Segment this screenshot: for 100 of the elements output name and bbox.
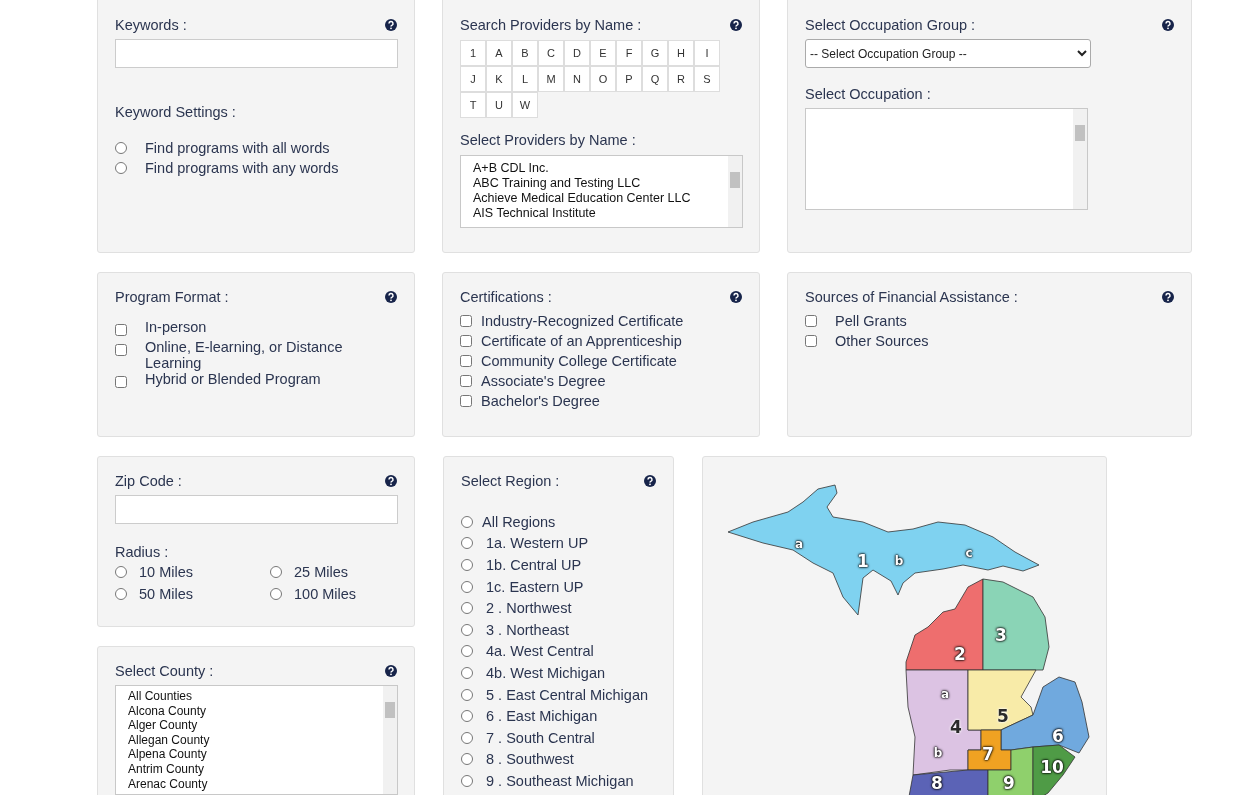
letter-button[interactable]: 1 xyxy=(460,40,486,66)
radio-button[interactable] xyxy=(461,515,473,528)
letter-button[interactable]: W xyxy=(512,92,538,118)
radio-button[interactable] xyxy=(461,688,473,701)
map-region[interactable] xyxy=(1000,676,1090,754)
help-icon[interactable] xyxy=(385,665,397,677)
letter-button[interactable]: N xyxy=(564,66,590,92)
list-item[interactable]: Alcona County xyxy=(128,703,385,719)
list-box[interactable]: All Counties Alcona County Alger County Allegan County Alpena County Antrim County Arenac County xyxy=(115,685,398,795)
radio-button[interactable] xyxy=(115,588,127,600)
region-number: 1 xyxy=(857,552,869,570)
letter-button[interactable]: H xyxy=(668,40,694,66)
checkbox[interactable] xyxy=(115,324,127,336)
checkbox[interactable] xyxy=(805,315,817,327)
list-item[interactable]: Antrim County xyxy=(128,761,385,777)
list-item[interactable]: AIS Technical Institute xyxy=(473,206,730,221)
radio-button[interactable] xyxy=(270,588,282,600)
checkbox[interactable] xyxy=(460,315,472,327)
checkbox[interactable] xyxy=(805,335,817,347)
letter-button[interactable]: D xyxy=(564,40,590,66)
list-item[interactable]: Alpena County xyxy=(128,747,385,762)
occupation-group-select[interactable]: -- Select Occupation Group -- xyxy=(805,39,1091,68)
letter-button[interactable]: T xyxy=(460,92,486,118)
radio-button[interactable] xyxy=(461,731,473,744)
option-label: 2 . Northwest xyxy=(485,600,572,617)
letter-button[interactable]: R xyxy=(668,66,694,92)
field-label: Search Providers by Name : xyxy=(460,17,642,33)
letter-button[interactable]: G xyxy=(642,40,668,66)
help-icon[interactable] xyxy=(385,291,397,303)
field-label: Certifications : xyxy=(460,289,552,305)
letter-button[interactable]: P xyxy=(616,66,642,92)
checkbox[interactable] xyxy=(460,355,472,367)
letter-button[interactable]: O xyxy=(590,66,616,92)
keywords-field[interactable] xyxy=(115,39,398,68)
help-icon[interactable] xyxy=(730,19,742,31)
option-label: Associate's Degree xyxy=(481,373,606,389)
help-icon[interactable] xyxy=(385,475,397,487)
option-label: Other Sources xyxy=(835,333,929,349)
help-icon[interactable] xyxy=(644,475,656,487)
list-box[interactable]: A+B CDL Inc. ABC Training and Testing LLC Achieve Medical Education Center LLC AIS Technical Institute xyxy=(460,155,743,228)
checkbox[interactable] xyxy=(460,375,472,387)
list-item[interactable]: Alger County xyxy=(128,718,385,733)
map-region[interactable] xyxy=(967,669,1037,731)
list-item[interactable]: Allegan County xyxy=(128,732,385,748)
map-region[interactable] xyxy=(907,769,989,795)
radio-button[interactable] xyxy=(461,623,473,636)
checkbox[interactable] xyxy=(115,344,127,356)
list-item[interactable]: Arenac County xyxy=(128,776,385,792)
radio-button[interactable] xyxy=(461,580,473,593)
region-number: 10 xyxy=(1040,758,1064,776)
checkbox[interactable] xyxy=(460,395,472,407)
map-region[interactable] xyxy=(967,729,1012,771)
letter-button[interactable]: Q xyxy=(642,66,668,92)
zip-code-field[interactable] xyxy=(115,495,398,524)
letter-button[interactable]: U xyxy=(486,92,512,118)
list-item[interactable]: Achieve Medical Education Center LLC xyxy=(473,191,730,206)
scrollbar[interactable] xyxy=(728,156,742,227)
list-item[interactable]: ABC Training and Testing LLC xyxy=(473,176,730,191)
radio-button[interactable] xyxy=(461,666,473,679)
option-label: 4a. West Central xyxy=(485,643,594,660)
list-item[interactable]: A+B CDL Inc. xyxy=(473,161,730,176)
letter-button[interactable]: K xyxy=(486,66,512,92)
option-label: 10 Miles xyxy=(139,564,193,580)
option-label: Certificate of an Apprenticeship xyxy=(481,333,682,349)
radio-button[interactable] xyxy=(461,645,473,658)
radio-button[interactable] xyxy=(461,710,473,723)
letter-button[interactable]: J xyxy=(460,66,486,92)
radio-button[interactable] xyxy=(461,753,473,766)
radio-button[interactable] xyxy=(115,142,127,154)
letter-button[interactable]: M xyxy=(538,66,564,92)
letter-button[interactable]: B xyxy=(512,40,538,66)
radio-button[interactable] xyxy=(461,559,473,571)
letter-button[interactable]: E xyxy=(590,40,616,66)
help-icon[interactable] xyxy=(1162,19,1174,31)
radio-button[interactable] xyxy=(461,774,473,787)
list-item[interactable]: All Counties xyxy=(128,689,385,704)
help-icon[interactable] xyxy=(730,291,742,303)
checkbox[interactable] xyxy=(115,376,127,388)
radio-button[interactable] xyxy=(461,537,473,550)
help-icon[interactable] xyxy=(1162,291,1174,303)
help-icon[interactable] xyxy=(385,19,397,31)
radio-button[interactable] xyxy=(115,566,127,578)
radio-button[interactable] xyxy=(270,566,282,578)
scrollbar[interactable] xyxy=(383,686,397,794)
region-number: 9 xyxy=(1003,774,1015,792)
letter-button[interactable]: S xyxy=(694,66,720,92)
checkbox[interactable] xyxy=(460,335,472,347)
map-region[interactable] xyxy=(982,578,1050,671)
letter-button[interactable]: F xyxy=(616,40,642,66)
letter-button[interactable]: A xyxy=(486,40,512,66)
scrollbar[interactable] xyxy=(1073,109,1087,209)
field-label: Select Region : xyxy=(461,473,560,489)
radio-button[interactable] xyxy=(461,602,473,615)
radio-button[interactable] xyxy=(115,162,127,174)
map-region[interactable] xyxy=(1032,744,1076,795)
letter-button[interactable]: L xyxy=(512,66,538,92)
map-region[interactable] xyxy=(905,578,984,671)
letter-button[interactable]: I xyxy=(694,40,720,66)
letter-button[interactable]: C xyxy=(538,40,564,66)
option-label: 5 . East Central Michigan xyxy=(485,686,649,703)
